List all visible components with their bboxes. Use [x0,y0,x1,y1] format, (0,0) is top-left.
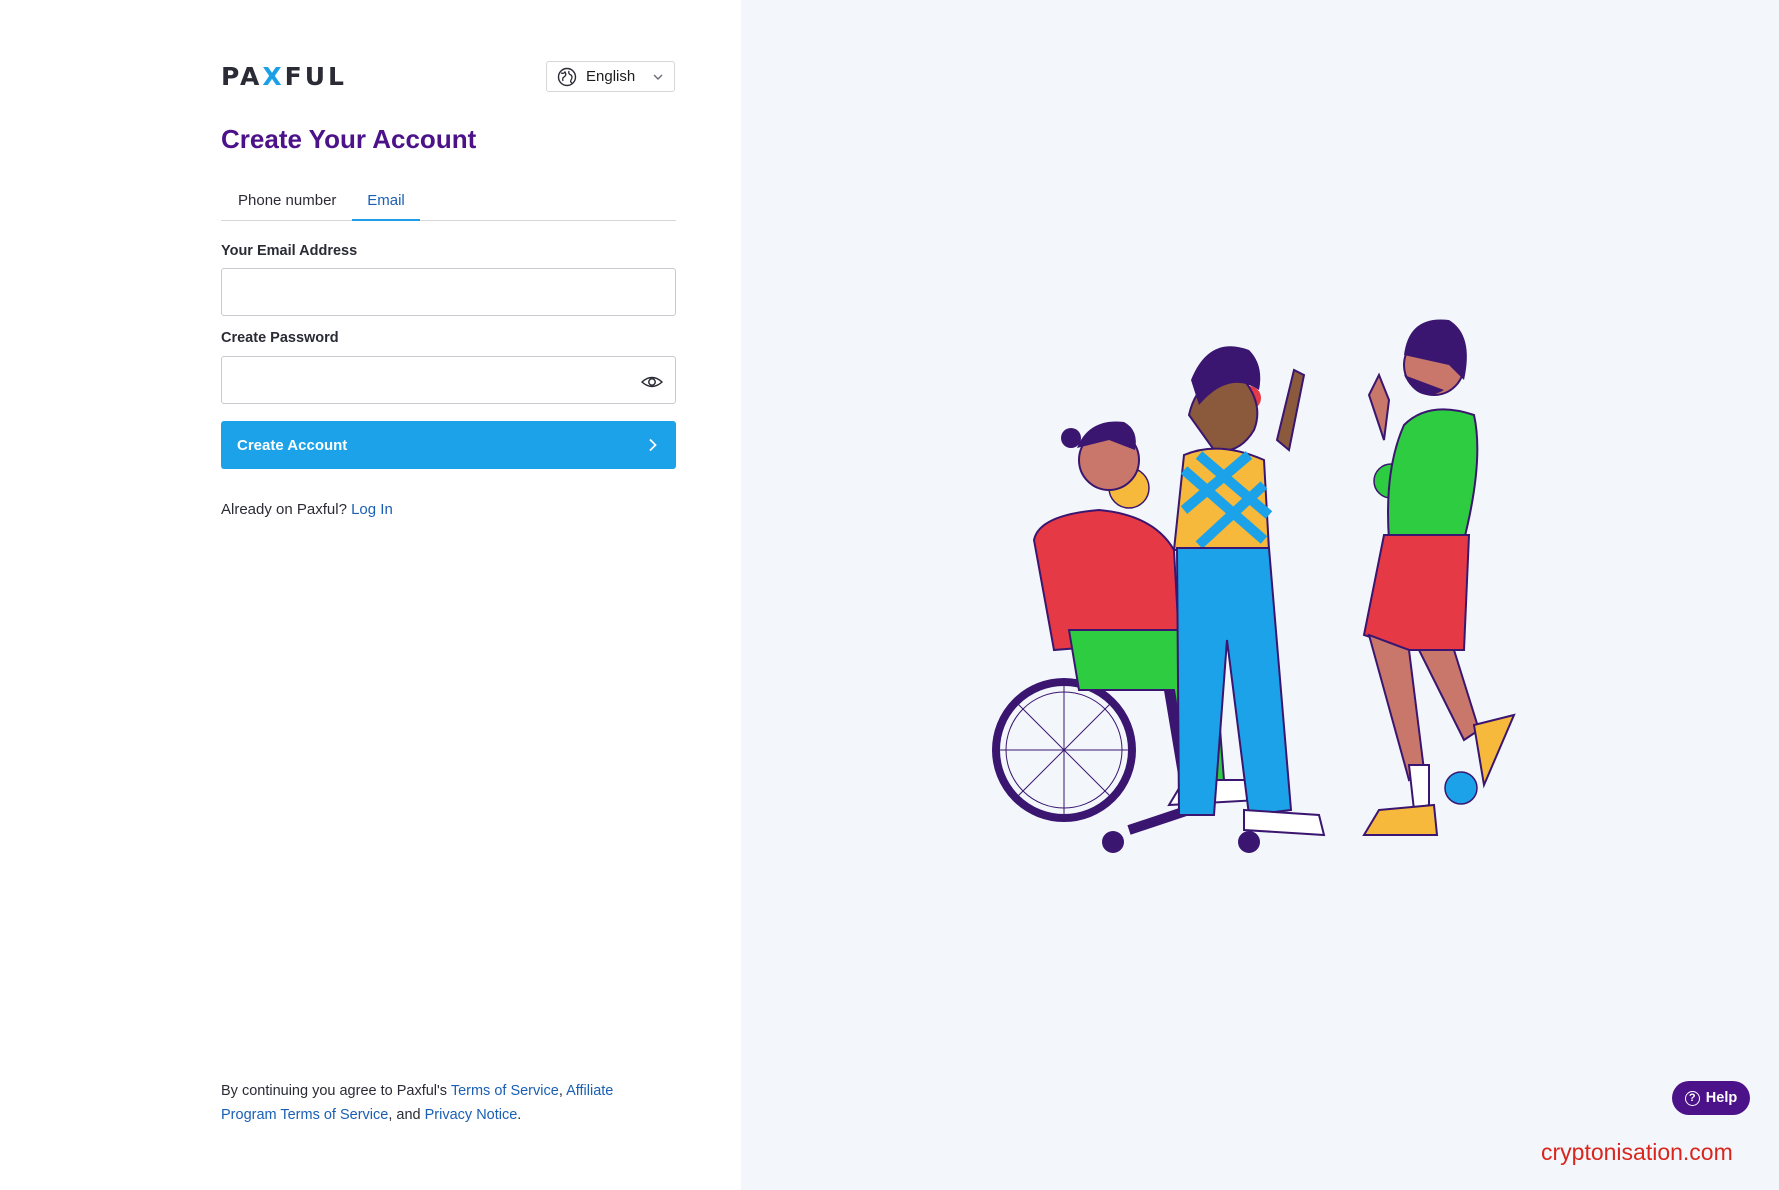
paxful-logo[interactable]: PAXFUL [221,62,347,91]
question-icon: ? [1684,1090,1700,1106]
page-title: Create Your Account [221,124,477,154]
coin-tether-blue-icon [1444,771,1478,805]
globe-icon [557,67,577,86]
privacy-notice-link[interactable]: Privacy Notice [425,1107,518,1123]
illustration-panel [741,0,1779,1190]
log-in-link[interactable]: Log In [351,501,393,518]
email-field[interactable] [221,268,676,316]
legal-prefix: By continuing you agree to Paxful's [221,1083,448,1099]
chevron-right-icon [649,438,657,452]
help-button[interactable]: ? Help [1672,1081,1750,1115]
help-label: Help [1705,1090,1738,1106]
password-field[interactable] [221,356,676,404]
chevron-down-icon [653,74,663,80]
create-account-button[interactable]: Create Account [221,421,676,469]
language-label: English [586,68,636,85]
terms-of-service-link[interactable]: Terms of Service [451,1083,559,1099]
login-prompt-text: Already on Paxful? [221,501,347,518]
signup-page: PAXFUL English Create Your Account Phone… [0,0,1779,1190]
signup-form-panel: PAXFUL English Create Your Account Phone… [0,0,741,1190]
email-field-label: Your Email Address [221,243,358,259]
tab-phone-number[interactable]: Phone number [238,187,336,220]
signup-method-tabs: Phone number Email [221,187,676,221]
create-account-label: Create Account [237,436,348,454]
show-password-eye-icon[interactable] [640,370,664,394]
tab-email[interactable]: Email [352,187,420,221]
watermark: cryptonisation.com [1541,1139,1733,1165]
login-prompt: Already on Paxful? Log In [221,501,393,518]
password-field-label: Create Password [221,330,339,346]
legal-notice: By continuing you agree to Paxful's Term… [221,1083,614,1123]
language-selector[interactable]: English [546,61,675,92]
people-illustration [992,319,1516,853]
